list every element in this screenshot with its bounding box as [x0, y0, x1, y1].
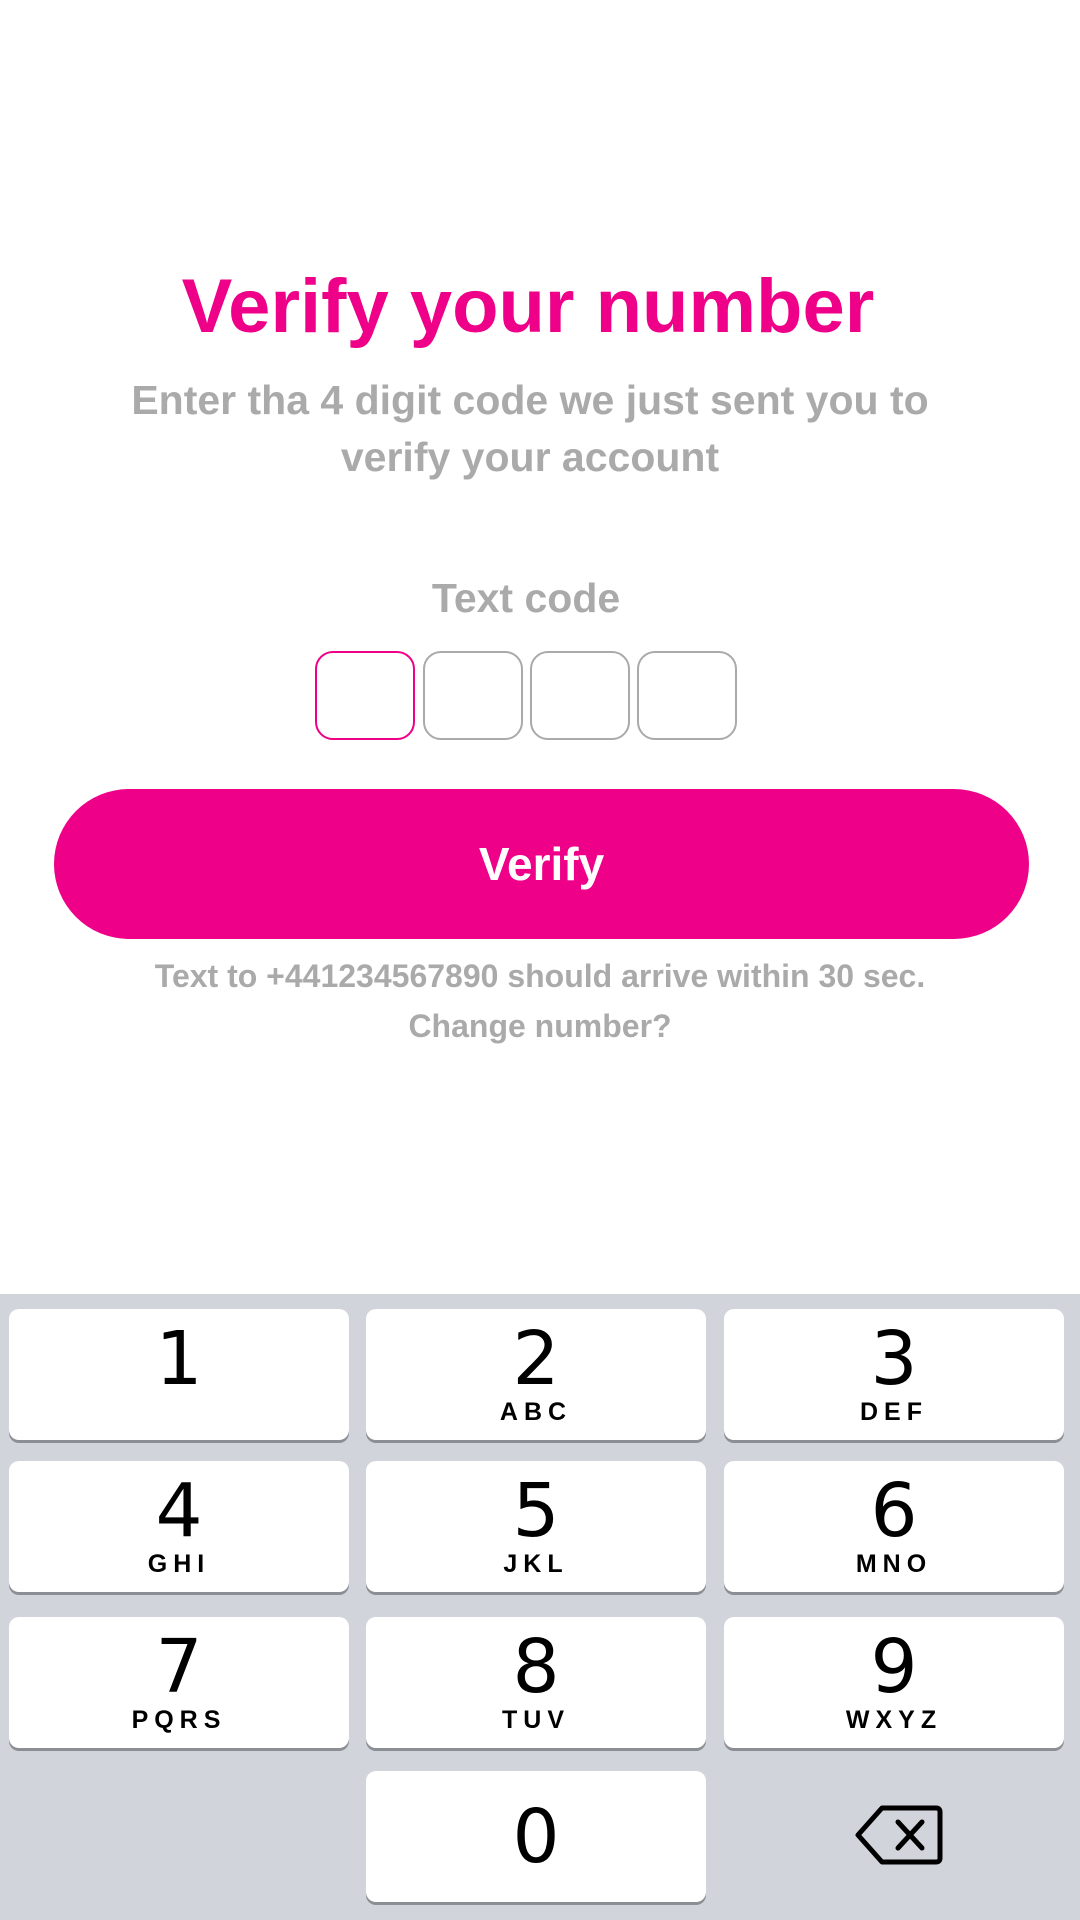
- page-subtitle: Enter tha 4 digit code we just sent you …: [131, 377, 929, 480]
- verify-button[interactable]: Verify: [54, 789, 1029, 939]
- change-number-link[interactable]: Change number?: [0, 1002, 1080, 1050]
- code-digit-2-input[interactable]: [423, 651, 523, 740]
- backspace-icon[interactable]: [854, 1800, 944, 1870]
- key-8[interactable]: 8 TUV: [366, 1617, 706, 1748]
- code-input-row: [315, 651, 737, 740]
- key-digit: 4: [155, 1468, 203, 1554]
- key-digit: 6: [870, 1468, 918, 1554]
- code-digit-3-input[interactable]: [530, 651, 630, 740]
- key-5[interactable]: 5 JKL: [366, 1461, 706, 1592]
- sms-info-text: Text to +441234567890 should arrive with…: [154, 958, 926, 994]
- key-digit: 7: [155, 1624, 203, 1710]
- key-letters: PQRS: [131, 1706, 227, 1734]
- verify-screen: Verify your number Enter tha 4 digit cod…: [0, 0, 1080, 1920]
- key-digit: 8: [512, 1624, 560, 1710]
- key-digit: 1: [155, 1316, 203, 1402]
- key-0[interactable]: 0: [366, 1771, 706, 1902]
- code-digit-1-input[interactable]: [315, 651, 415, 740]
- key-digit: 3: [870, 1316, 918, 1402]
- key-letters: DEF: [860, 1398, 928, 1426]
- key-letters: WXYZ: [845, 1706, 943, 1734]
- key-letters: TUV: [502, 1706, 570, 1734]
- key-2[interactable]: 2 ABC: [366, 1309, 706, 1440]
- key-6[interactable]: 6 MNO: [724, 1461, 1064, 1592]
- key-digit: 2: [512, 1316, 560, 1402]
- key-digit: 0: [512, 1794, 560, 1880]
- key-letters: JKL: [503, 1550, 569, 1578]
- key-4[interactable]: 4 GHI: [9, 1461, 349, 1592]
- key-digit: 9: [870, 1624, 918, 1710]
- key-1[interactable]: 1: [9, 1309, 349, 1440]
- key-7[interactable]: 7 PQRS: [9, 1617, 349, 1748]
- key-letters: MNO: [855, 1550, 933, 1578]
- key-9[interactable]: 9 WXYZ: [724, 1617, 1064, 1748]
- code-label: Text code: [431, 575, 621, 621]
- key-letters: GHI: [147, 1550, 211, 1578]
- page-title: Verify your number: [181, 264, 875, 349]
- code-digit-4-input[interactable]: [637, 651, 737, 740]
- key-3[interactable]: 3 DEF: [724, 1309, 1064, 1440]
- key-digit: 5: [512, 1468, 560, 1554]
- key-letters: ABC: [499, 1398, 573, 1426]
